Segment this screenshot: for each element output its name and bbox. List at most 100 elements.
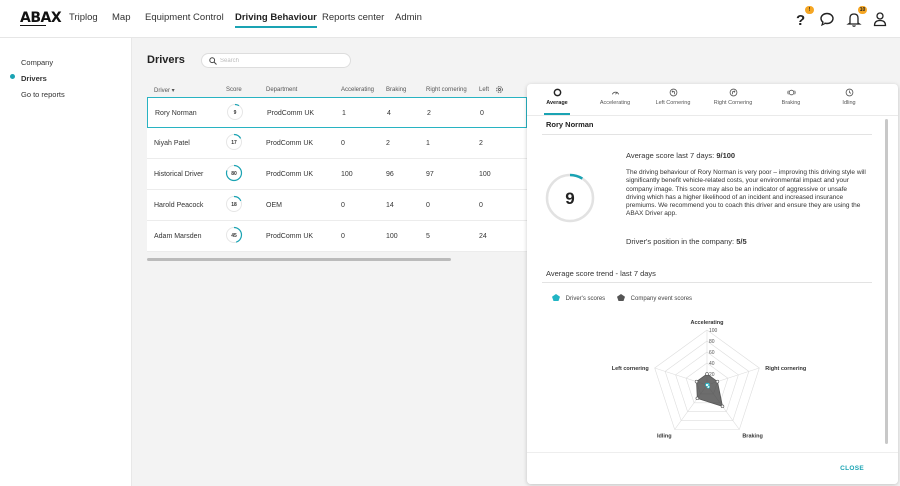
search-icon	[209, 57, 217, 65]
vertical-scrollbar[interactable]	[885, 119, 888, 444]
chat-icon[interactable]	[818, 10, 836, 28]
left-cornering-cell: 24	[479, 233, 487, 240]
table-row[interactable]: Niyah Patel ProdComm UK 0 2 1 2 17	[147, 128, 527, 159]
score-value: 9	[565, 189, 574, 208]
nav-item-reports-center[interactable]: Reports center	[322, 12, 384, 23]
radar-data-point	[695, 396, 700, 401]
braking-cell: 14	[386, 202, 394, 209]
tab-left-cornering[interactable]: Left Cornering	[643, 88, 703, 106]
average-score-text: Average score last 7 days: 9/100	[626, 151, 736, 160]
score-ring: 9	[545, 173, 595, 223]
table-row[interactable]: Harold Peacock OEM 0 14 0 0 18	[147, 190, 527, 221]
nav-item-equipment-control[interactable]: Equipment Control	[145, 12, 224, 23]
nav-item-triplog[interactable]: Triplog	[69, 12, 98, 23]
behaviour-description: The driving behaviour of Rory Norman is …	[626, 169, 866, 218]
circle-icon	[553, 88, 561, 97]
column-header-department[interactable]: Department	[266, 87, 297, 93]
radar-data-point	[705, 372, 709, 376]
column-header-left[interactable]: Left	[479, 87, 489, 93]
column-header-score[interactable]: Score	[226, 87, 242, 93]
driver-detail-panel: Average Accelerating Left Cornering Righ…	[527, 84, 898, 484]
radar-data-point	[720, 404, 725, 409]
score-value: 9	[234, 110, 237, 116]
column-header-right-cornering[interactable]: Right cornering	[426, 87, 467, 93]
table-row[interactable]: Adam Marsden ProdComm UK 0 100 5 24 45	[147, 221, 527, 252]
driver-name-cell: Adam Marsden	[154, 233, 202, 240]
radar-data-point	[705, 383, 709, 387]
department-cell: ProdComm UK	[266, 171, 314, 178]
sidebar-item-company[interactable]: Company	[21, 58, 53, 67]
right-cornering-cell: 1	[426, 140, 430, 147]
left-cornering-cell: 2	[479, 140, 483, 147]
radar-axis-label: Accelerating	[690, 320, 723, 326]
column-header-driver[interactable]: Driver ▾	[154, 87, 175, 94]
tab-accelerating[interactable]: Accelerating	[585, 88, 645, 106]
page-title: Drivers	[147, 54, 185, 66]
panel-driver-name: Rory Norman	[546, 120, 594, 129]
radar-axis-label: Left cornering	[612, 366, 649, 372]
svg-text:?: ?	[796, 12, 805, 28]
radar-axis-label: Right cornering	[765, 366, 806, 372]
trend-title: Average score trend - last 7 days	[546, 269, 656, 278]
column-header-accelerating[interactable]: Accelerating	[341, 87, 374, 93]
accelerating-cell: 0	[341, 233, 345, 240]
radar-tick-label: 100	[709, 328, 718, 334]
close-button[interactable]: CLOSE	[840, 465, 864, 472]
driver-name-cell: Rory Norman	[155, 110, 197, 117]
legend-driver-scores[interactable]: Driver's scores	[552, 294, 605, 302]
tab-braking[interactable]: Braking	[761, 88, 821, 106]
left-cornering-cell: 100	[479, 171, 491, 178]
divider	[542, 134, 872, 135]
tab-idling[interactable]: Idling	[819, 88, 879, 106]
score-ring: 9	[226, 103, 244, 121]
radar-axis-label: Idling	[657, 433, 672, 439]
table-row[interactable]: Historical Driver ProdComm UK 100 96 97 100 80	[147, 159, 527, 190]
nav-item-map[interactable]: Map	[112, 12, 130, 23]
sidebar-item-go-to-reports[interactable]: Go to reports	[21, 90, 65, 99]
department-cell: ProdComm UK	[266, 233, 314, 240]
braking-cell: 2	[386, 140, 390, 147]
braking-cell: 100	[386, 233, 398, 240]
help-icon[interactable]: ? !	[792, 6, 814, 29]
abax-logo[interactable]: ABAX	[20, 10, 62, 26]
driver-name-cell: Historical Driver	[154, 171, 204, 178]
table-row[interactable]: Rory Norman ProdComm UK 1 4 2 0 9	[147, 97, 527, 128]
user-icon[interactable]	[871, 10, 889, 28]
sidebar-item-drivers[interactable]: Drivers	[21, 74, 47, 83]
right-cornering-cell: 2	[427, 110, 431, 117]
search-box[interactable]	[201, 53, 351, 68]
sidebar: Company Drivers Go to reports	[0, 38, 132, 486]
nav-item-admin[interactable]: Admin	[395, 12, 422, 23]
panel-footer: CLOSE	[527, 452, 898, 484]
score-ring: 17	[225, 133, 243, 151]
score-ring: 45	[225, 226, 243, 244]
department-cell: ProdComm UK	[266, 140, 314, 147]
tab-average[interactable]: Average	[527, 88, 587, 115]
clock-icon	[845, 88, 853, 97]
top-navigation-bar: ABAX Triplog Map Equipment Control Drivi…	[0, 0, 900, 38]
right-turn-icon	[729, 88, 737, 97]
tab-right-cornering[interactable]: Right Cornering	[703, 88, 763, 106]
speedometer-icon	[611, 91, 619, 95]
radar-tick-label: 40	[709, 361, 715, 367]
divider	[542, 282, 872, 283]
column-header-braking[interactable]: Braking	[386, 87, 406, 93]
radar-chart: 10080604020AcceleratingRight corneringBr…	[612, 320, 807, 439]
legend-company-event-scores[interactable]: Company event scores	[617, 294, 692, 302]
search-input[interactable]	[220, 55, 340, 66]
radar-tick-label: 80	[709, 339, 715, 345]
company-position-text: Driver's position in the company: 5/5	[626, 237, 747, 246]
nav-item-driving-behaviour[interactable]: Driving Behaviour	[235, 12, 317, 28]
horizontal-scrollbar[interactable]	[147, 258, 451, 261]
tabs-divider	[527, 115, 898, 116]
pentagon-icon	[617, 294, 625, 301]
left-cornering-cell: 0	[480, 110, 484, 117]
column-settings-icon[interactable]	[495, 85, 504, 96]
score-value: 80	[231, 171, 237, 177]
right-cornering-cell: 5	[426, 233, 430, 240]
accelerating-cell: 100	[341, 171, 353, 178]
department-cell: ProdComm UK	[267, 110, 315, 117]
notifications-icon[interactable]: 10	[845, 6, 867, 28]
help-badge: !	[805, 6, 814, 14]
notifications-badge: 10	[858, 6, 867, 14]
